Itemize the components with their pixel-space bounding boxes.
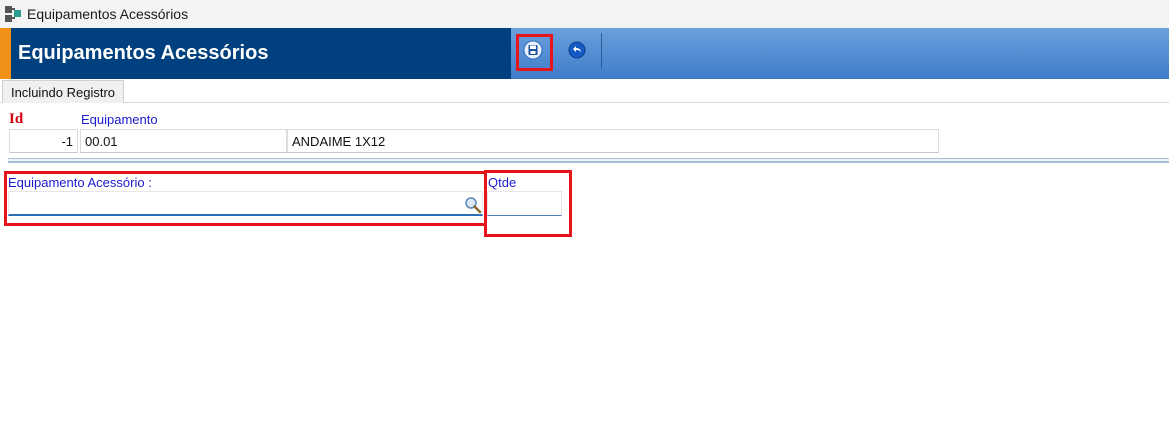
- equipamento-desc-field[interactable]: ANDAIME 1X12: [287, 129, 939, 153]
- toolbar-separator: [601, 33, 602, 69]
- tab-incluindo-registro[interactable]: Incluindo Registro: [2, 80, 124, 103]
- acessorio-highlight-box: [4, 171, 487, 226]
- tab-strip: [0, 79, 1169, 103]
- undo-icon: [568, 41, 586, 59]
- qtde-highlight-box: [484, 170, 572, 237]
- id-label: Id: [9, 111, 24, 127]
- section-divider: [8, 158, 1169, 163]
- window-title-bar: Equipamentos Acessórios: [0, 0, 1169, 28]
- save-highlight-box: [516, 34, 553, 71]
- header-accent: [0, 28, 11, 79]
- equipamento-label: Equipamento: [81, 112, 158, 127]
- window-title: Equipamentos Acessórios: [27, 6, 189, 22]
- page-title: Equipamentos Acessórios: [18, 42, 269, 64]
- app-icon: [5, 6, 21, 22]
- equipamento-code-field[interactable]: 00.01: [80, 129, 287, 153]
- id-field[interactable]: -1: [9, 129, 78, 153]
- back-button[interactable]: [566, 39, 588, 61]
